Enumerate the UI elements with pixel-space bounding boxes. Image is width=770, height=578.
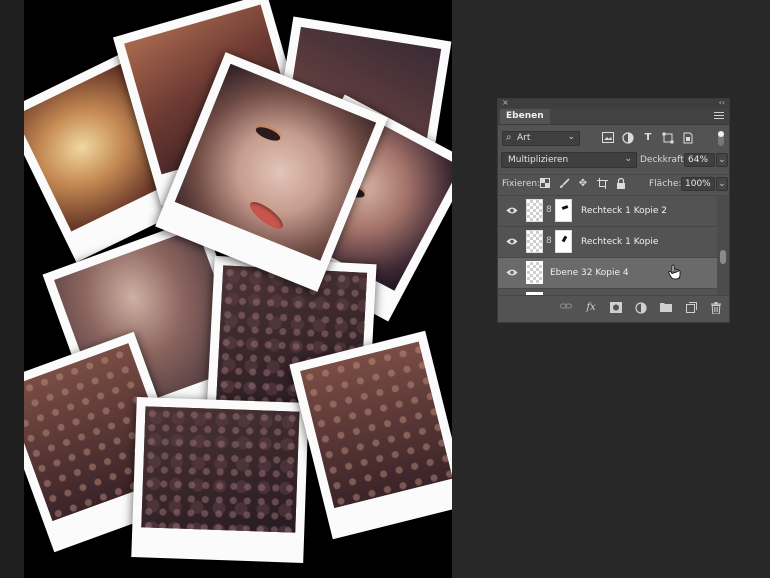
layer-thumbnail[interactable] — [526, 261, 543, 284]
polaroid-bottom-center — [131, 397, 309, 563]
panel-title-strip: × ‹‹ — [498, 98, 729, 108]
workspace-left-gutter — [0, 0, 24, 578]
chevron-down-icon: ⌄ — [624, 154, 632, 164]
document-canvas[interactable] — [24, 0, 452, 578]
lock-position-move-icon[interactable]: ✥ — [578, 178, 588, 189]
eye-icon[interactable] — [506, 206, 518, 215]
new-layer-icon[interactable] — [685, 302, 697, 314]
lock-icons: ✥ — [540, 177, 626, 189]
tab-ebenen[interactable]: Ebenen — [500, 109, 550, 124]
scrollbar-thumb[interactable] — [720, 250, 726, 264]
lock-label: Fixieren: — [502, 179, 541, 189]
polaroid-bottom-right — [289, 330, 452, 540]
blend-mode-value: Multiplizieren — [508, 155, 569, 165]
filter-toggle-switch[interactable] — [718, 131, 724, 146]
layer-row-rechteck-1-kopie[interactable]: 8 Rechteck 1 Kopie — [498, 227, 719, 258]
shape-filter-icon[interactable] — [662, 132, 674, 144]
fill-chevron-icon[interactable]: ⌄ — [716, 177, 728, 191]
group-folder-icon[interactable] — [660, 302, 672, 314]
blend-mode-select[interactable]: Multiplizieren ⌄ — [501, 152, 637, 168]
opacity-label: Deckkraft: — [640, 155, 687, 165]
lock-artboard-icon[interactable] — [597, 178, 608, 189]
eye-icon[interactable] — [506, 237, 518, 246]
filter-row: ⌕ Art ⌄ T — [498, 130, 729, 148]
add-mask-icon[interactable] — [610, 302, 622, 314]
blend-row: Multiplizieren ⌄ Deckkraft: 64% ⌄ — [498, 151, 729, 169]
lock-all-icon[interactable] — [616, 177, 626, 189]
mask-link-icon[interactable]: 8 — [546, 236, 552, 248]
adjustment-filter-icon[interactable] — [622, 132, 634, 144]
fill-input[interactable]: 100% — [681, 177, 715, 191]
layer-mask-thumbnail[interactable] — [555, 199, 572, 222]
fill-label: Fläche: — [649, 179, 682, 189]
footer-icons: fx — [560, 302, 722, 315]
opacity-chevron-icon[interactable]: ⌄ — [716, 153, 728, 167]
panel-footer: fx — [498, 295, 729, 322]
eye-icon[interactable] — [506, 268, 518, 277]
layer-mask-thumbnail[interactable] — [555, 230, 572, 253]
mask-link-icon[interactable]: 8 — [546, 205, 552, 217]
panel-menu-icon[interactable] — [714, 110, 724, 120]
search-icon: ⌕ — [506, 132, 512, 143]
panel-tabbar: Ebenen — [498, 108, 729, 125]
image-filter-icon[interactable] — [602, 132, 614, 144]
filter-kind-label: Art — [517, 133, 531, 143]
collapse-icon[interactable]: ‹‹ — [719, 98, 725, 107]
lock-row: Fixieren: ✥ Fläche: 100% ⌄ — [498, 174, 729, 193]
adjustment-layer-icon[interactable] — [635, 302, 647, 314]
link-layers-icon[interactable] — [560, 302, 572, 314]
hand-cursor-icon — [668, 264, 681, 280]
layer-row-ebene-32-kopie-4[interactable]: Ebene 32 Kopie 4 — [498, 258, 719, 289]
lock-transparency-icon[interactable] — [540, 178, 550, 189]
layers-panel: × ‹‹ Ebenen ⌕ Art ⌄ T Multiplizieren ⌄ D… — [497, 98, 730, 323]
trash-icon[interactable] — [710, 302, 722, 315]
filter-icons: T — [602, 132, 694, 146]
layer-name[interactable]: Ebene 32 Kopie 4 — [550, 268, 629, 278]
layer-name[interactable]: Rechteck 1 Kopie — [581, 237, 658, 247]
smartobject-filter-icon[interactable] — [682, 132, 694, 144]
layer-name[interactable]: Rechteck 1 Kopie 2 — [581, 206, 667, 216]
layer-thumbnail[interactable] — [526, 230, 543, 253]
text-filter-icon[interactable]: T — [642, 132, 654, 144]
layer-list-scrollbar[interactable] — [717, 195, 729, 296]
layer-row-rechteck-1-kopie-2[interactable]: 8 Rechteck 1 Kopie 2 — [498, 196, 719, 227]
layer-list: 8 Rechteck 1 Kopie 2 8 Rechteck 1 Kopie … — [498, 195, 719, 297]
layer-thumbnail[interactable] — [526, 199, 543, 222]
opacity-input[interactable]: 64% — [684, 153, 715, 167]
chevron-down-icon: ⌄ — [567, 132, 575, 142]
filter-kind-select[interactable]: ⌕ Art ⌄ — [502, 131, 580, 146]
lock-pixels-brush-icon[interactable] — [559, 178, 570, 189]
close-icon[interactable]: × — [502, 98, 509, 107]
fx-icon[interactable]: fx — [585, 302, 597, 314]
